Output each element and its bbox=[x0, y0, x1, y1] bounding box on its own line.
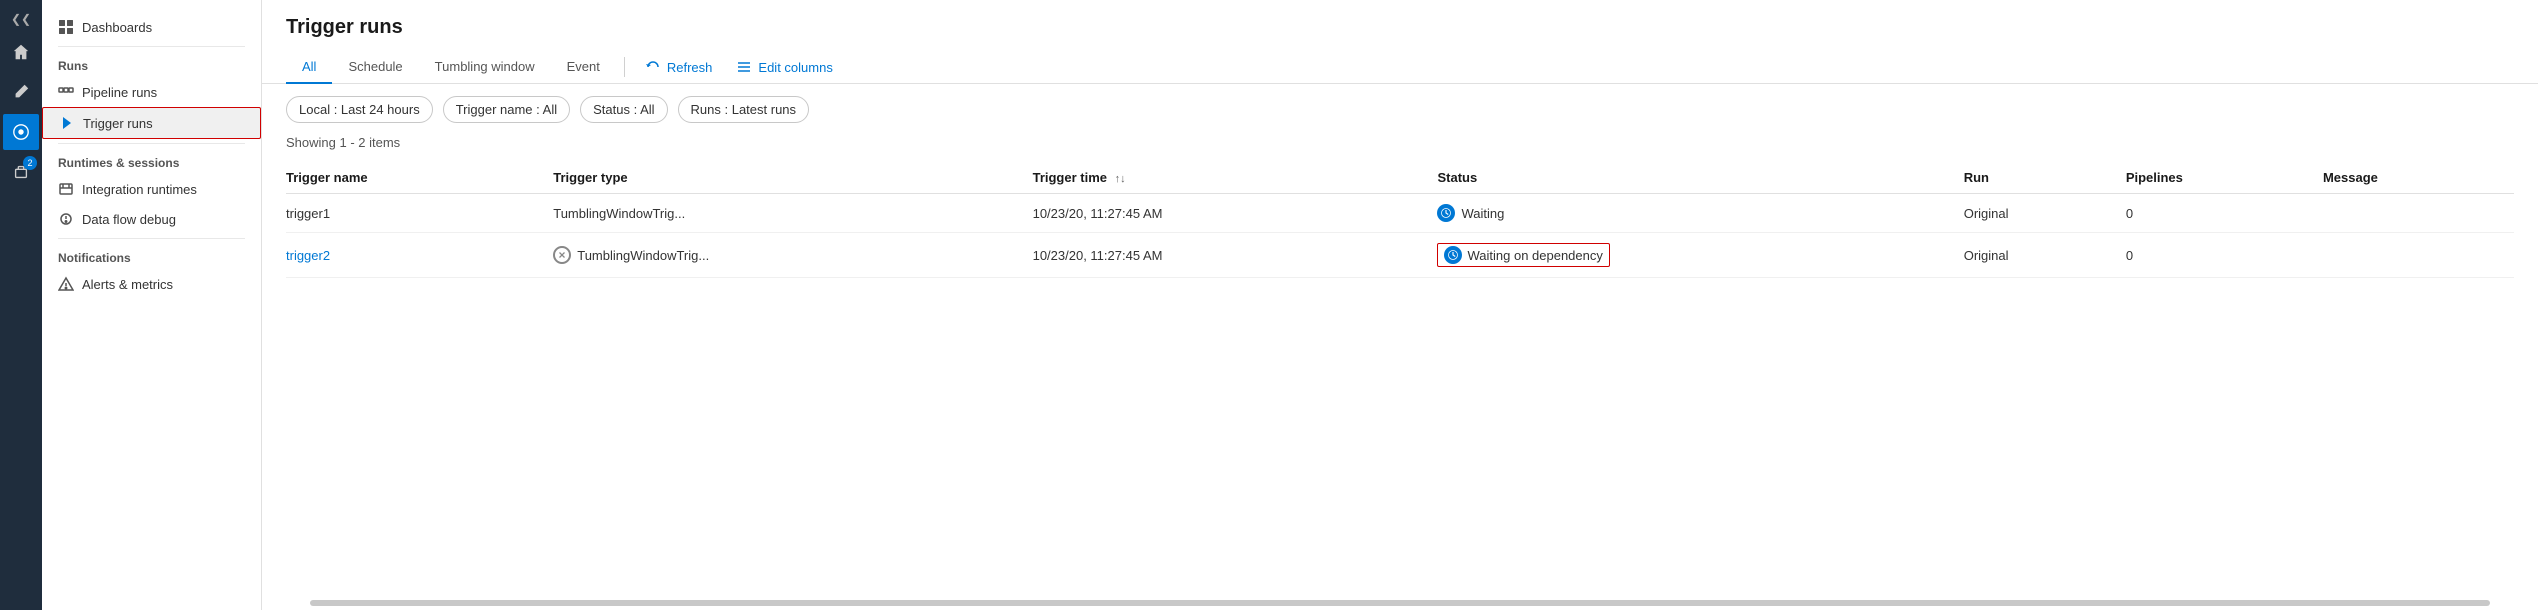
pencil-icon-button[interactable] bbox=[3, 74, 39, 110]
tab-bar: All Schedule Tumbling window Event Refre… bbox=[262, 51, 2538, 84]
trigger1-pipelines: 0 bbox=[2126, 206, 2133, 221]
trigger2-name[interactable]: trigger2 bbox=[286, 248, 330, 263]
main-content: Trigger runs All Schedule Tumbling windo… bbox=[262, 0, 2538, 610]
filter-time-label: Local : Last 24 hours bbox=[299, 102, 420, 117]
filter-trigger-name[interactable]: Trigger name : All bbox=[443, 96, 570, 123]
filter-runs[interactable]: Runs : Latest runs bbox=[678, 96, 810, 123]
trigger-type-cell: TumblingWindowTrig... bbox=[553, 194, 1032, 233]
sidebar-item-trigger-runs-label: Trigger runs bbox=[83, 116, 153, 131]
tab-tumbling-window[interactable]: Tumbling window bbox=[419, 51, 551, 84]
trigger1-type: TumblingWindowTrig... bbox=[553, 206, 685, 221]
table-row: trigger2 TumblingWindowTrig... 10/23/20,… bbox=[286, 233, 2514, 278]
sidebar-item-data-flow-debug[interactable]: Data flow debug bbox=[42, 204, 261, 234]
waiting-dependency-icon bbox=[1444, 246, 1462, 264]
page-title: Trigger runs bbox=[286, 16, 2514, 39]
col-header-run: Run bbox=[1964, 162, 2126, 194]
sidebar-item-integration-runtimes-label: Integration runtimes bbox=[82, 182, 197, 197]
trigger1-time: 10/23/20, 11:27:45 AM bbox=[1033, 206, 1163, 221]
cancel-icon bbox=[553, 246, 571, 264]
home-icon-button[interactable] bbox=[3, 34, 39, 70]
filter-trigger-name-label: Trigger name : All bbox=[456, 102, 557, 117]
message-cell bbox=[2323, 194, 2514, 233]
trigger2-status: Waiting on dependency bbox=[1467, 248, 1602, 263]
trigger1-run: Original bbox=[1964, 206, 2009, 221]
icon-bar: ❮❮ 2 bbox=[0, 0, 42, 610]
trigger2-pipelines: 0 bbox=[2126, 248, 2133, 263]
edit-columns-icon bbox=[736, 59, 752, 75]
collapse-sidebar-button[interactable]: ❮❮ bbox=[7, 8, 35, 30]
filter-status[interactable]: Status : All bbox=[580, 96, 667, 123]
status-box: Waiting on dependency bbox=[1437, 243, 1609, 267]
tab-all[interactable]: All bbox=[286, 51, 332, 84]
runtimes-section-label: Runtimes & sessions bbox=[42, 148, 261, 174]
sidebar-item-dashboards-label: Dashboards bbox=[82, 20, 152, 35]
trigger-name-cell-2: trigger2 bbox=[286, 233, 553, 278]
filter-bar: Local : Last 24 hours Trigger name : All… bbox=[262, 84, 2538, 135]
trigger-time-cell: 10/23/20, 11:27:45 AM bbox=[1033, 194, 1438, 233]
run-cell-2: Original bbox=[1964, 233, 2126, 278]
status-cell-2: Waiting on dependency bbox=[1437, 233, 1963, 278]
refresh-label: Refresh bbox=[667, 60, 713, 75]
sidebar-item-pipeline-runs-label: Pipeline runs bbox=[82, 85, 157, 100]
sidebar-item-trigger-runs[interactable]: Trigger runs bbox=[42, 107, 261, 139]
page-header: Trigger runs bbox=[262, 0, 2538, 51]
col-header-status: Status bbox=[1437, 162, 1963, 194]
sidebar-item-data-flow-debug-label: Data flow debug bbox=[82, 212, 176, 227]
run-cell: Original bbox=[1964, 194, 2126, 233]
trigger2-time: 10/23/20, 11:27:45 AM bbox=[1033, 248, 1163, 263]
col-header-pipelines: Pipelines bbox=[2126, 162, 2323, 194]
waiting-icon bbox=[1437, 204, 1455, 222]
status-cell: Waiting bbox=[1437, 194, 1963, 233]
sidebar-divider-1 bbox=[58, 46, 245, 47]
pipelines-cell: 0 bbox=[2126, 194, 2323, 233]
table-header-row: Trigger name Trigger type Trigger time ↑… bbox=[286, 162, 2514, 194]
sidebar-item-dashboards[interactable]: Dashboards bbox=[42, 12, 261, 42]
trigger2-type: TumblingWindowTrig... bbox=[577, 248, 709, 263]
runs-section-label: Runs bbox=[42, 51, 261, 77]
col-header-trigger-type: Trigger type bbox=[553, 162, 1032, 194]
tab-divider bbox=[624, 57, 625, 77]
sidebar-item-pipeline-runs[interactable]: Pipeline runs bbox=[42, 77, 261, 107]
col-header-trigger-name: Trigger name bbox=[286, 162, 553, 194]
trigger1-name: trigger1 bbox=[286, 206, 330, 221]
sidebar-divider-2 bbox=[58, 143, 245, 144]
edit-columns-label: Edit columns bbox=[758, 60, 832, 75]
monitor-icon-button[interactable] bbox=[3, 114, 39, 150]
filter-runs-label: Runs : Latest runs bbox=[691, 102, 797, 117]
trigger-name-cell: trigger1 bbox=[286, 194, 553, 233]
sidebar-item-alerts-metrics-label: Alerts & metrics bbox=[82, 277, 173, 292]
col-header-message: Message bbox=[2323, 162, 2514, 194]
notifications-section-label: Notifications bbox=[42, 243, 261, 269]
trigger1-status: Waiting bbox=[1461, 206, 1504, 221]
table-row: trigger1 TumblingWindowTrig... 10/23/20,… bbox=[286, 194, 2514, 233]
trigger-runs-table: Trigger name Trigger type Trigger time ↑… bbox=[286, 162, 2514, 278]
scroll-bar[interactable] bbox=[310, 600, 2490, 606]
trigger-time-cell-2: 10/23/20, 11:27:45 AM bbox=[1033, 233, 1438, 278]
sidebar-divider-3 bbox=[58, 238, 245, 239]
filter-time[interactable]: Local : Last 24 hours bbox=[286, 96, 433, 123]
content-area: Showing 1 - 2 items Trigger name Trigger… bbox=[262, 135, 2538, 592]
sort-icon: ↑↓ bbox=[1115, 173, 1126, 185]
tab-event[interactable]: Event bbox=[551, 51, 616, 84]
showing-label: Showing 1 - 2 items bbox=[286, 135, 2514, 150]
sidebar-item-integration-runtimes[interactable]: Integration runtimes bbox=[42, 174, 261, 204]
message-cell-2 bbox=[2323, 233, 2514, 278]
trigger-type-cell-2: TumblingWindowTrig... bbox=[553, 233, 1032, 278]
sidebar-item-alerts-metrics[interactable]: Alerts & metrics bbox=[42, 269, 261, 299]
col-header-trigger-time[interactable]: Trigger time ↑↓ bbox=[1033, 162, 1438, 194]
pipelines-cell-2: 0 bbox=[2126, 233, 2323, 278]
badge-count: 2 bbox=[23, 156, 37, 170]
filter-status-label: Status : All bbox=[593, 102, 654, 117]
tab-schedule[interactable]: Schedule bbox=[332, 51, 418, 84]
briefcase-icon-button[interactable]: 2 bbox=[3, 154, 39, 190]
refresh-button[interactable]: Refresh bbox=[633, 53, 725, 81]
trigger2-run: Original bbox=[1964, 248, 2009, 263]
refresh-icon bbox=[645, 59, 661, 75]
sidebar: Dashboards Runs Pipeline runs Trigger ru… bbox=[42, 0, 262, 610]
edit-columns-button[interactable]: Edit columns bbox=[724, 53, 844, 81]
